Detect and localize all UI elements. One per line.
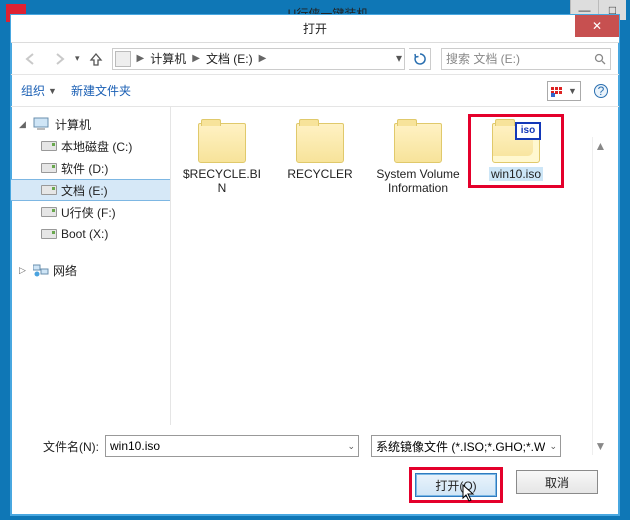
file-item-iso[interactable]: iso win10.iso <box>471 117 561 185</box>
chevron-down-icon: ⌄ <box>347 441 355 452</box>
new-folder-button[interactable]: 新建文件夹 <box>71 82 131 99</box>
file-type-filter[interactable]: 系统镜像文件 (*.ISO;*.GHO;*.W ⌄ <box>371 435 561 457</box>
file-list[interactable]: $RECYCLE.BIN RECYCLER System Volume Info… <box>171 107 619 425</box>
filter-value: 系统镜像文件 (*.ISO;*.GHO;*.W <box>376 438 545 455</box>
drive-icon <box>41 185 57 195</box>
chevron-right-icon: ▶ <box>190 53 202 64</box>
drive-icon <box>41 207 57 217</box>
forward-button[interactable] <box>47 47 71 71</box>
computer-icon <box>33 117 51 131</box>
open-button[interactable]: 打开(O) <box>415 473 497 497</box>
view-mode-button[interactable]: ▼ <box>547 81 581 101</box>
chevron-right-icon: ▶ <box>135 53 147 64</box>
search-icon <box>594 53 606 65</box>
tree-label: 文档 (E:) <box>61 182 108 199</box>
search-placeholder: 搜索 文档 (E:) <box>446 50 520 67</box>
breadcrumb-bar[interactable]: ▶ 计算机 ▶ 文档 (E:) ▶ ▾ <box>112 48 405 70</box>
folder-icon <box>296 123 344 163</box>
tree-node-drive-d[interactable]: 软件 (D:) <box>11 157 170 179</box>
tree-label: 软件 (D:) <box>61 160 108 177</box>
filename-combo[interactable]: win10.iso ⌄ <box>105 435 359 457</box>
arrow-right-icon <box>51 51 67 67</box>
filename-label: 文件名(N): <box>25 438 99 455</box>
file-label: RECYCLER <box>277 167 363 181</box>
refresh-button[interactable] <box>409 48 431 70</box>
breadcrumb-dropdown-icon[interactable]: ▾ <box>396 51 402 65</box>
filename-value: win10.iso <box>110 439 160 453</box>
organize-menu[interactable]: 组织 ▼ <box>21 82 57 99</box>
open-button-highlight: 打开(O) <box>409 467 503 503</box>
expand-icon: ▷ <box>19 265 29 276</box>
scrollbar[interactable]: ▲ ▼ <box>592 137 608 455</box>
folder-icon <box>198 123 246 163</box>
folder-icon <box>394 123 442 163</box>
svg-text:?: ? <box>598 84 605 98</box>
dialog-title: 打开 <box>11 15 619 43</box>
title-bar: 打开 ✕ <box>11 15 619 43</box>
tree-label: Boot (X:) <box>61 227 108 241</box>
drive-icon <box>115 51 131 67</box>
tree-node-drive-c[interactable]: 本地磁盘 (C:) <box>11 135 170 157</box>
toolbar: 组织 ▼ 新建文件夹 ▼ ? <box>11 75 619 107</box>
breadcrumb-segment-computer[interactable]: 计算机 <box>146 50 190 67</box>
tree-node-drive-e[interactable]: 文档 (E:) <box>11 179 170 201</box>
sidebar: ◢ 计算机 本地磁盘 (C:) 软件 (D:) 文档 (E:) U行侠 (F:) <box>11 107 171 425</box>
file-item-folder[interactable]: System Volume Information <box>373 117 463 199</box>
tree-node-network[interactable]: ▷ 网络 <box>11 259 170 281</box>
footer: 文件名(N): win10.iso ⌄ 系统镜像文件 (*.ISO;*.GHO;… <box>11 425 619 503</box>
drive-icon <box>41 141 57 151</box>
help-button[interactable]: ? <box>593 83 609 99</box>
file-item-folder[interactable]: RECYCLER <box>275 117 365 185</box>
network-icon <box>33 263 49 277</box>
back-button[interactable] <box>19 47 43 71</box>
file-item-folder[interactable]: $RECYCLE.BIN <box>177 117 267 199</box>
tree-label: U行侠 (F:) <box>61 204 116 221</box>
cancel-button[interactable]: 取消 <box>516 470 598 494</box>
chevron-down-icon: ▼ <box>568 86 577 96</box>
drive-icon <box>41 163 57 173</box>
tree-label: 本地磁盘 (C:) <box>61 138 132 155</box>
file-label: win10.iso <box>489 167 543 181</box>
file-label: System Volume Information <box>375 167 461 195</box>
file-label: $RECYCLE.BIN <box>179 167 265 195</box>
tree-node-drive-f[interactable]: U行侠 (F:) <box>11 201 170 223</box>
tree-node-drive-x[interactable]: Boot (X:) <box>11 223 170 245</box>
cancel-button-label: 取消 <box>545 474 569 491</box>
chevron-down-icon: ▼ <box>48 86 57 96</box>
close-icon: ✕ <box>592 19 602 33</box>
iso-file-icon: iso <box>492 123 540 163</box>
drive-icon <box>41 229 57 239</box>
breadcrumb-segment-drive[interactable]: 文档 (E:) <box>202 50 257 67</box>
navigation-bar: ▾ ▶ 计算机 ▶ 文档 (E:) ▶ ▾ 搜索 文档 (E:) <box>11 43 619 75</box>
scroll-up-icon: ▲ <box>595 139 607 153</box>
scroll-down-icon: ▼ <box>595 439 607 453</box>
chevron-right-icon: ▶ <box>257 53 269 64</box>
help-icon: ? <box>593 83 609 99</box>
organize-label: 组织 <box>21 82 45 99</box>
tree-node-computer[interactable]: ◢ 计算机 <box>11 113 170 135</box>
cancel-button-wrap: 取消 <box>513 467 601 503</box>
open-dialog: 打开 ✕ ▾ ▶ 计算机 ▶ 文档 (E:) ▶ ▾ 搜索 文档 (E:) <box>10 14 620 516</box>
close-button[interactable]: ✕ <box>575 15 619 37</box>
collapse-icon: ◢ <box>19 119 29 130</box>
arrow-left-icon <box>23 51 39 67</box>
tree-label: 计算机 <box>55 116 91 133</box>
body-area: ◢ 计算机 本地磁盘 (C:) 软件 (D:) 文档 (E:) U行侠 (F:) <box>11 107 619 425</box>
iso-badge-icon: iso <box>515 122 541 140</box>
tree-label: 网络 <box>53 262 77 279</box>
arrow-up-icon <box>89 52 103 66</box>
up-button[interactable] <box>86 49 106 69</box>
search-input[interactable]: 搜索 文档 (E:) <box>441 48 611 70</box>
new-folder-label: 新建文件夹 <box>71 82 131 99</box>
history-dropdown-icon[interactable]: ▾ <box>75 53 80 64</box>
chevron-down-icon: ⌄ <box>549 441 557 452</box>
open-button-label: 打开(O) <box>435 477 476 494</box>
refresh-icon <box>414 53 426 65</box>
